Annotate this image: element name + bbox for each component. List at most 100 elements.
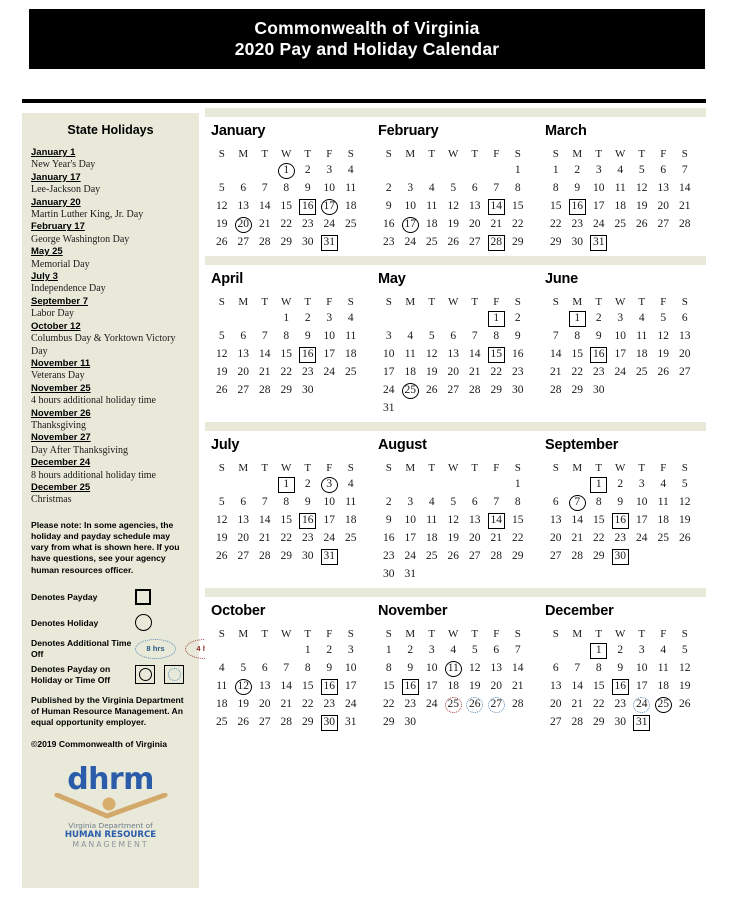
- calendar-day[interactable]: 3: [319, 162, 341, 180]
- calendar-day[interactable]: 24: [378, 382, 400, 400]
- calendar-day[interactable]: 2: [610, 642, 632, 660]
- day-cell[interactable]: 10: [320, 495, 338, 511]
- calendar-day[interactable]: 14: [507, 660, 529, 678]
- calendar-day[interactable]: 4: [631, 310, 653, 328]
- day-cell[interactable]: 5: [444, 495, 462, 511]
- day-cell[interactable]: 7: [676, 163, 694, 179]
- calendar-day[interactable]: 19: [464, 678, 486, 696]
- calendar-day[interactable]: 20: [464, 216, 486, 234]
- calendar-day[interactable]: 29: [507, 234, 529, 252]
- calendar-day[interactable]: 30: [319, 714, 341, 732]
- calendar-day[interactable]: 8: [297, 660, 319, 678]
- day-cell[interactable]: 5: [213, 495, 231, 511]
- calendar-day[interactable]: 12: [653, 328, 675, 346]
- day-cell[interactable]: 12: [423, 347, 441, 363]
- day-cell[interactable]: 30: [401, 715, 419, 731]
- calendar-day[interactable]: 18: [421, 216, 443, 234]
- calendar-day[interactable]: 4: [421, 494, 443, 512]
- day-cell[interactable]: 6: [234, 329, 252, 345]
- day-cell[interactable]: 11: [423, 513, 441, 529]
- day-cell[interactable]: 21: [568, 531, 586, 547]
- day-cell-payday[interactable]: 31: [320, 235, 338, 251]
- day-cell[interactable]: 19: [633, 199, 651, 215]
- calendar-day[interactable]: 18: [653, 678, 675, 696]
- calendar-day[interactable]: 11: [340, 494, 362, 512]
- calendar-day[interactable]: 12: [211, 198, 233, 216]
- calendar-day[interactable]: 31: [340, 714, 362, 732]
- calendar-day[interactable]: 18: [443, 678, 465, 696]
- day-cell[interactable]: 27: [234, 235, 252, 251]
- day-cell[interactable]: 19: [423, 365, 441, 381]
- day-cell[interactable]: 5: [444, 181, 462, 197]
- calendar-day[interactable]: 28: [254, 234, 276, 252]
- day-cell[interactable]: 18: [342, 199, 360, 215]
- day-cell[interactable]: 5: [654, 311, 672, 327]
- calendar-day[interactable]: 2: [378, 180, 400, 198]
- calendar-day[interactable]: 23: [610, 696, 632, 714]
- calendar-day[interactable]: 12: [443, 512, 465, 530]
- calendar-day[interactable]: 22: [276, 216, 298, 234]
- day-cell[interactable]: 30: [380, 567, 398, 583]
- calendar-day[interactable]: 24: [610, 364, 632, 382]
- calendar-day[interactable]: 20: [545, 530, 567, 548]
- day-cell-payday[interactable]: 1: [590, 643, 608, 659]
- calendar-day[interactable]: 24: [319, 530, 341, 548]
- calendar-day[interactable]: 13: [486, 660, 508, 678]
- day-cell[interactable]: 9: [590, 329, 608, 345]
- day-cell[interactable]: 6: [547, 495, 565, 511]
- calendar-day[interactable]: 14: [486, 198, 508, 216]
- calendar-day[interactable]: 26: [464, 696, 486, 714]
- calendar-day[interactable]: 15: [545, 198, 567, 216]
- day-cell[interactable]: 15: [590, 679, 608, 695]
- day-cell[interactable]: 28: [256, 549, 274, 565]
- day-cell[interactable]: 18: [633, 347, 651, 363]
- day-cell[interactable]: 6: [444, 329, 462, 345]
- day-cell[interactable]: 29: [590, 549, 608, 565]
- calendar-day[interactable]: 20: [653, 198, 675, 216]
- day-cell-holiday[interactable]: 20: [234, 217, 252, 233]
- day-cell[interactable]: 3: [320, 311, 338, 327]
- calendar-day[interactable]: 26: [211, 382, 233, 400]
- calendar-day[interactable]: 29: [378, 714, 400, 732]
- calendar-day[interactable]: 21: [254, 216, 276, 234]
- calendar-day[interactable]: 3: [378, 328, 400, 346]
- day-cell[interactable]: 10: [423, 661, 441, 677]
- calendar-day[interactable]: 30: [610, 714, 632, 732]
- calendar-day[interactable]: 18: [400, 364, 422, 382]
- calendar-day[interactable]: 16: [567, 198, 589, 216]
- day-cell[interactable]: 2: [401, 643, 419, 659]
- day-cell[interactable]: 21: [547, 365, 565, 381]
- calendar-day[interactable]: 18: [340, 198, 362, 216]
- calendar-day[interactable]: 1: [276, 310, 298, 328]
- calendar-day[interactable]: 10: [610, 328, 632, 346]
- day-cell-payday[interactable]: 16: [611, 679, 629, 695]
- day-cell[interactable]: 21: [256, 217, 274, 233]
- day-cell[interactable]: 24: [423, 697, 441, 713]
- day-cell[interactable]: 30: [568, 235, 586, 251]
- calendar-day[interactable]: 16: [297, 198, 319, 216]
- calendar-day[interactable]: 30: [507, 382, 529, 400]
- calendar-day[interactable]: 8: [588, 494, 610, 512]
- day-cell[interactable]: 7: [547, 329, 565, 345]
- day-cell[interactable]: 28: [466, 383, 484, 399]
- day-cell[interactable]: 23: [380, 235, 398, 251]
- calendar-day[interactable]: 2: [567, 162, 589, 180]
- day-cell[interactable]: 24: [401, 235, 419, 251]
- day-cell[interactable]: 28: [277, 715, 295, 731]
- calendar-day[interactable]: 5: [631, 162, 653, 180]
- calendar-day[interactable]: 7: [545, 328, 567, 346]
- calendar-day[interactable]: 10: [319, 180, 341, 198]
- calendar-day[interactable]: 12: [421, 346, 443, 364]
- day-cell[interactable]: 15: [509, 199, 527, 215]
- day-cell[interactable]: 2: [299, 477, 317, 493]
- day-cell[interactable]: 11: [611, 181, 629, 197]
- day-cell-holiday[interactable]: 3: [320, 477, 338, 493]
- day-cell[interactable]: 10: [380, 347, 398, 363]
- calendar-day[interactable]: 20: [674, 346, 696, 364]
- calendar-day[interactable]: 31: [319, 234, 341, 252]
- calendar-day[interactable]: 15: [378, 678, 400, 696]
- day-cell[interactable]: 4: [444, 643, 462, 659]
- day-cell[interactable]: 13: [234, 347, 252, 363]
- day-cell[interactable]: 28: [256, 383, 274, 399]
- day-cell[interactable]: 13: [654, 181, 672, 197]
